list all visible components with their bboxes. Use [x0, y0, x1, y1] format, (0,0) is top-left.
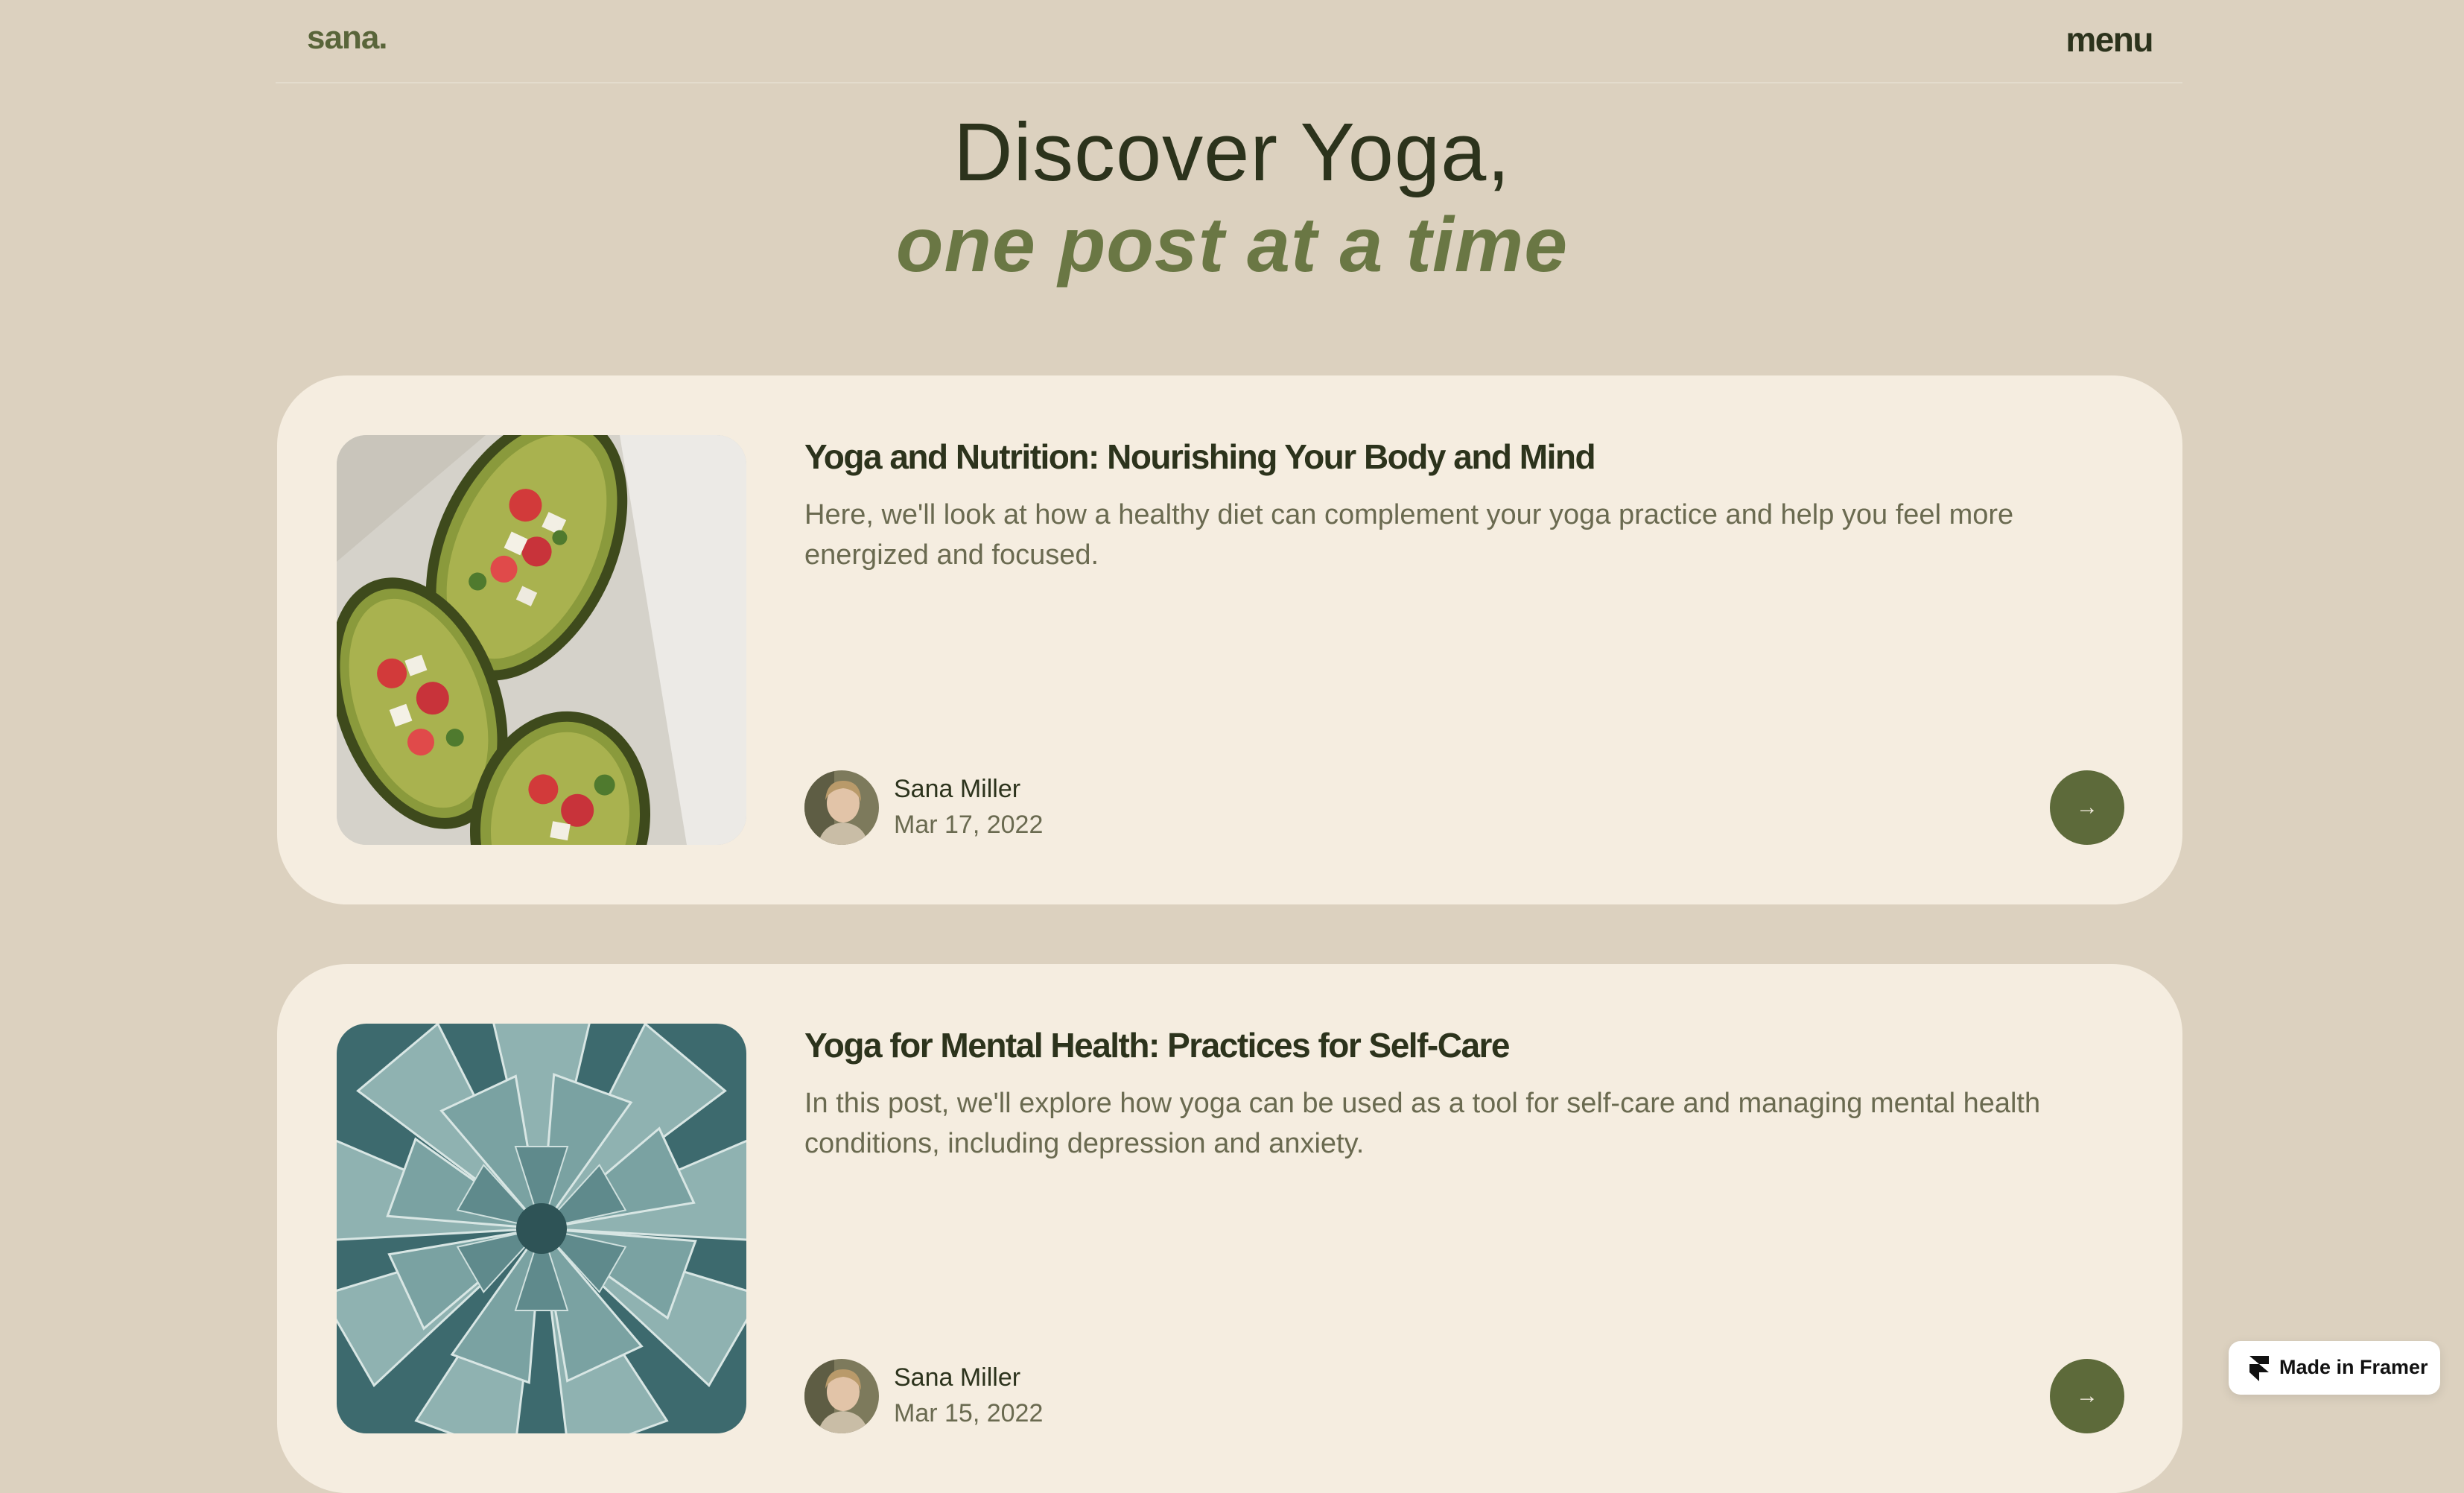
author-name: Sana Miller — [894, 775, 1021, 803]
succulent-photo — [337, 1024, 746, 1433]
hero-section: Discover Yoga, one post at a time — [0, 104, 2464, 289]
page-subtitle: one post at a time — [895, 202, 1569, 288]
read-post-button[interactable]: → — [2050, 1359, 2124, 1433]
framer-logo-icon — [2249, 1356, 2269, 1381]
post-excerpt: In this post, we'll explore how yoga can… — [804, 1088, 2041, 1159]
post-thumbnail[interactable] — [337, 435, 746, 845]
menu-button[interactable]: menu — [2065, 19, 2153, 60]
post-date: Mar 17, 2022 — [894, 811, 1044, 839]
page-title: Discover Yoga, — [953, 107, 1511, 198]
author-avatar — [804, 770, 879, 845]
badge-label: Made in Framer — [2279, 1356, 2428, 1378]
arrow-right-icon: → — [2076, 1383, 2098, 1408]
top-navigation: sana. menu — [276, 0, 2182, 83]
stuffed-avocado-photo — [337, 435, 746, 845]
author-photo — [804, 1359, 879, 1433]
post-title[interactable]: Yoga and Nutrition: Nourishing Your Body… — [804, 437, 1596, 477]
post-title[interactable]: Yoga for Mental Health: Practices for Se… — [804, 1025, 1511, 1065]
post-thumbnail[interactable] — [337, 1024, 746, 1433]
author-photo — [804, 770, 879, 845]
post-excerpt: Here, we'll look at how a healthy diet c… — [804, 499, 2014, 571]
arrow-right-icon: → — [2076, 795, 2098, 820]
made-in-framer-badge[interactable]: Made in Framer — [2229, 1341, 2440, 1395]
author-avatar — [804, 1359, 879, 1433]
post-card[interactable]: Yoga and Nutrition: Nourishing Your Body… — [277, 375, 2182, 904]
site-logo[interactable]: sana. — [307, 19, 388, 57]
author-name: Sana Miller — [894, 1363, 1021, 1392]
read-post-button[interactable]: → — [2050, 770, 2124, 845]
